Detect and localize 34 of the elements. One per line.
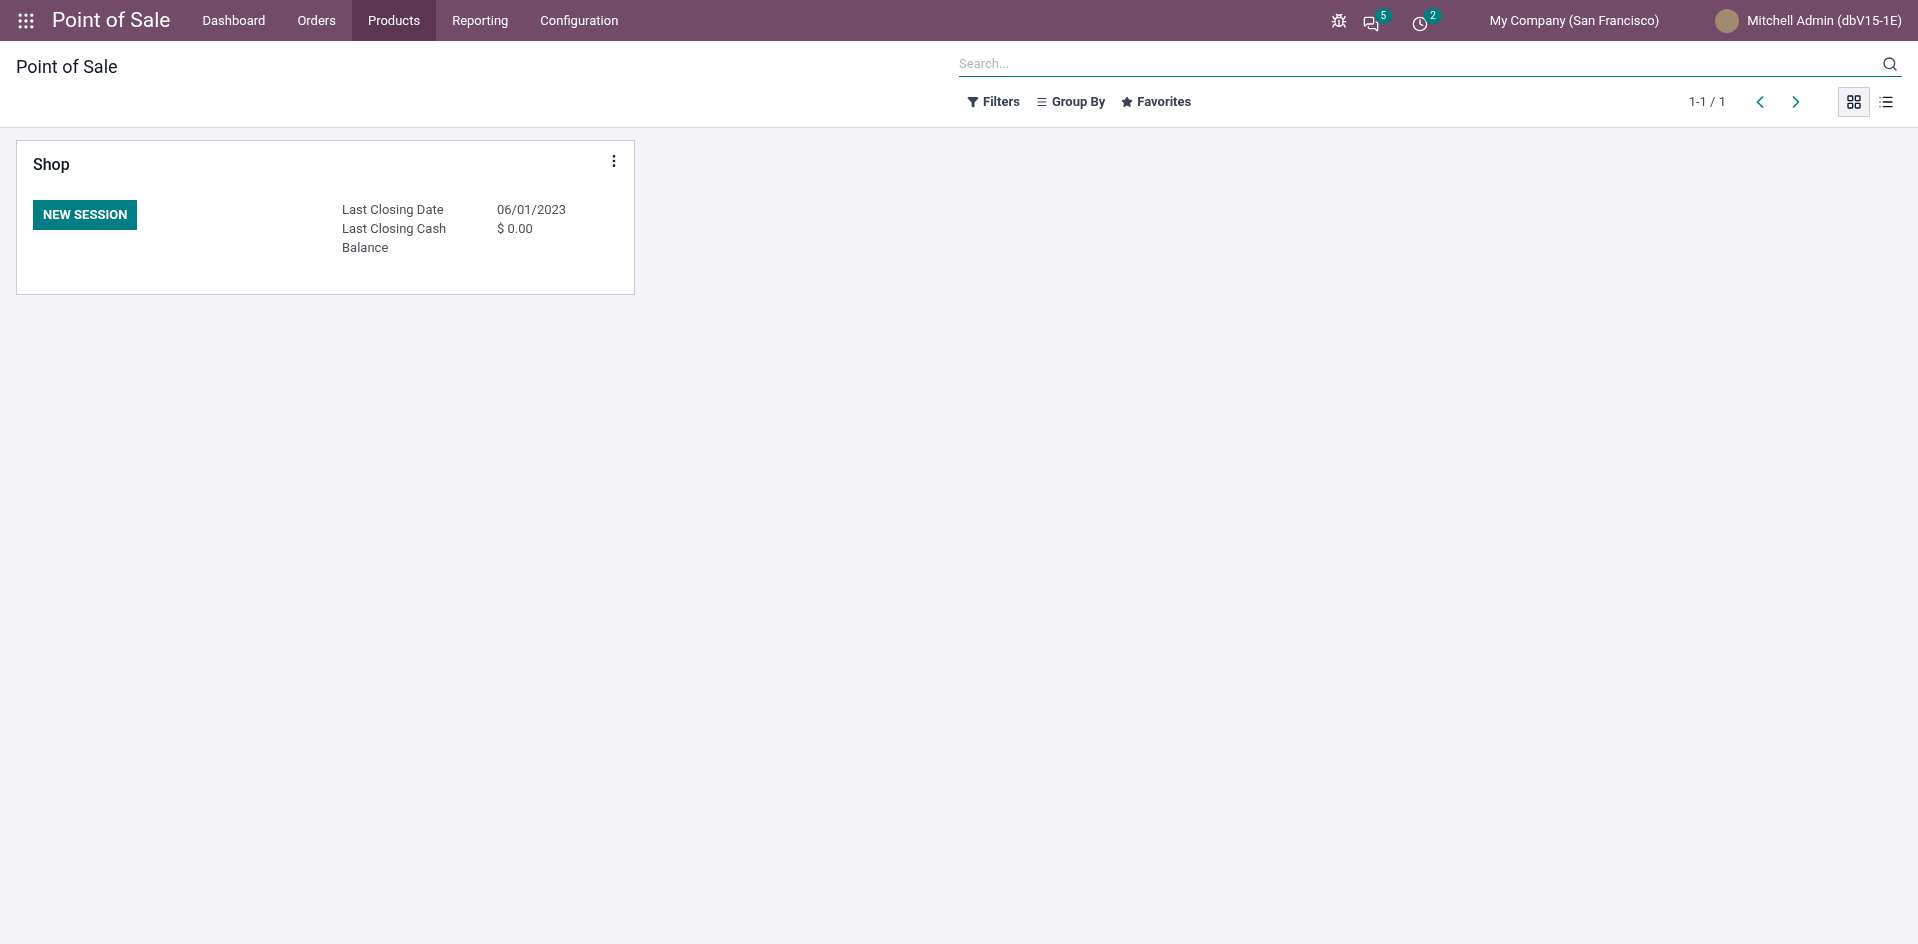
activity-count-badge: 2: [1424, 7, 1442, 24]
pager-value: 1-1 / 1: [1688, 93, 1726, 112]
menu-tab[interactable]: Reporting: [436, 0, 525, 41]
field-label: Last Closing Cash Balance: [342, 220, 448, 257]
menu-tab[interactable]: Dashboard: [186, 0, 282, 41]
search-option-button[interactable]: Favorites: [1113, 92, 1200, 112]
menu-tab[interactable]: Products: [351, 0, 437, 41]
new-session-button[interactable]: NEW SESSION: [33, 200, 138, 230]
avatar: [1715, 8, 1740, 33]
list-icon: [1878, 94, 1894, 110]
search-option-button[interactable]: Filters: [959, 92, 1028, 112]
card-title: Shop: [33, 155, 70, 174]
company-switcher[interactable]: My Company (San Francisco): [1465, 10, 1684, 31]
page-title: Point of Sale: [16, 56, 118, 77]
chat-bubbles-icon: [1362, 15, 1379, 32]
activity-button[interactable]: 2: [1404, 7, 1450, 34]
field-label: Last Closing Date: [342, 201, 445, 219]
menu-tab[interactable]: Orders: [281, 0, 352, 41]
grid-icon: [1846, 94, 1862, 110]
clock-icon: [1412, 15, 1429, 32]
star-icon: [1121, 96, 1134, 108]
search-field[interactable]: Search...: [959, 51, 1882, 76]
app-name: Point of Sale: [52, 6, 172, 34]
field-value: $ 0.00: [497, 220, 533, 238]
user-menu[interactable]: Mitchell Admin (dbV15-1E): [1699, 8, 1918, 33]
search-option-button[interactable]: Group By: [1027, 92, 1114, 112]
field-value: 06/01/2023: [497, 201, 567, 219]
search-icon: [1882, 55, 1898, 72]
message-count-badge: 5: [1374, 7, 1393, 24]
list-lines-icon: [1035, 96, 1048, 108]
view-switch-button[interactable]: [1838, 87, 1870, 117]
filter-icon: [967, 96, 979, 108]
menu-tab[interactable]: Configuration: [524, 0, 635, 41]
chat-button[interactable]: 5: [1354, 7, 1401, 34]
